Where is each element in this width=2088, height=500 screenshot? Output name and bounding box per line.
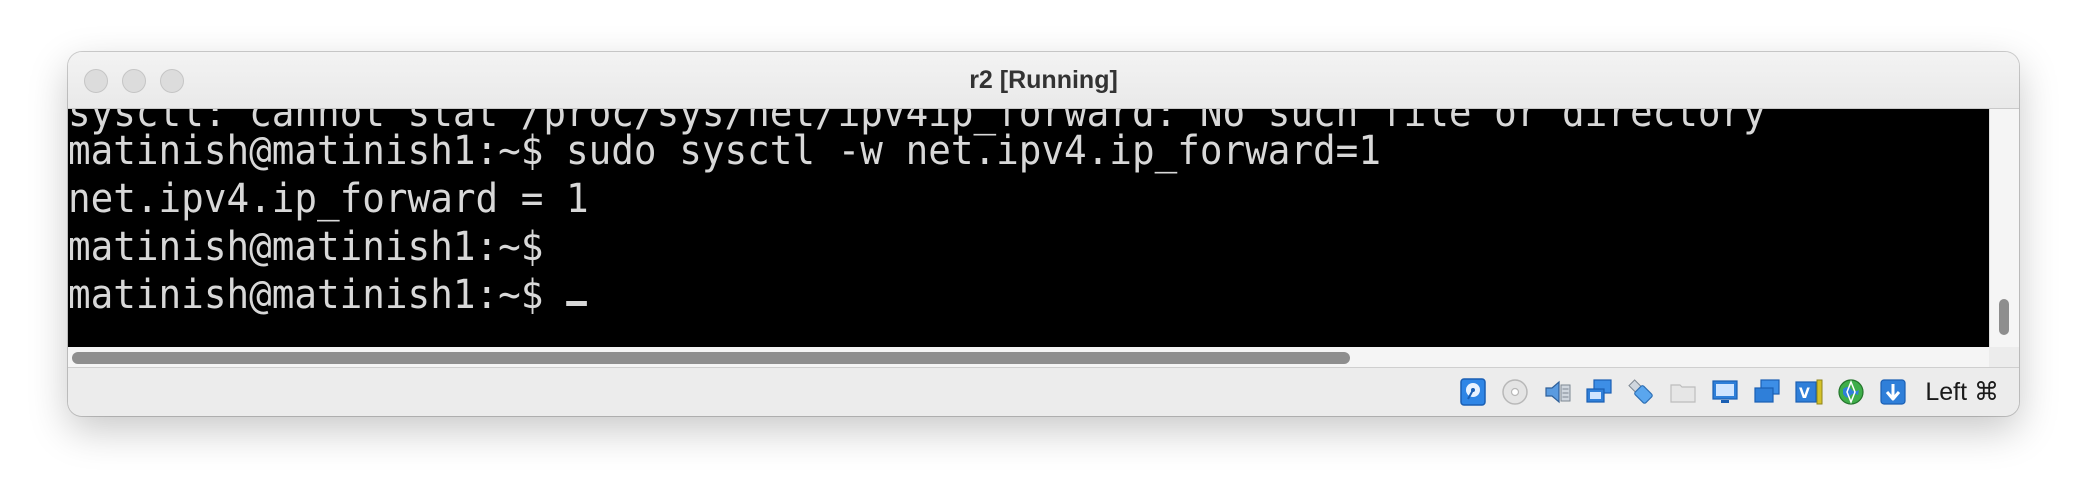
device-indicators: V Left ⌘ <box>1457 374 1999 410</box>
console-line: matinish@matinish1:~$ <box>68 224 544 270</box>
window-title: r2 [Running] <box>969 66 1118 94</box>
recording-icon[interactable]: V <box>1793 376 1825 408</box>
console-line: net.ipv4.ip_forward = 1 <box>68 176 589 222</box>
console-prompt-line[interactable]: matinish@matinish1:~$ <box>68 271 587 319</box>
console-line: matinish@matinish1:~$ sudo sysctl -w net… <box>68 128 1381 174</box>
guest-additions-icon[interactable] <box>1835 376 1867 408</box>
status-bar: V Left ⌘ <box>68 367 2019 416</box>
shared-folders-icon[interactable] <box>1667 376 1699 408</box>
vertical-scrollbar[interactable] <box>1989 109 2019 347</box>
vm-window: r2 [Running] sysctl: cannot stat /proc/s… <box>68 52 2019 416</box>
svg-text:V: V <box>1799 386 1810 402</box>
vertical-scroll-thumb[interactable] <box>1999 299 2009 335</box>
title-bar[interactable]: r2 [Running] <box>68 52 2019 109</box>
mouse-integration-icon[interactable] <box>1877 376 1909 408</box>
horizontal-scroll-thumb[interactable] <box>72 352 1350 364</box>
network-icon[interactable] <box>1583 376 1615 408</box>
console-prompt: matinish@matinish1:~$ <box>68 272 567 318</box>
vm-console[interactable]: sysctl: cannot stat /proc/sys/net/ipv4ip… <box>68 109 1989 347</box>
display-icon[interactable] <box>1709 376 1741 408</box>
horizontal-scrollbar[interactable] <box>68 347 1989 367</box>
audio-icon[interactable] <box>1541 376 1573 408</box>
optical-drive-icon[interactable] <box>1499 376 1531 408</box>
text-cursor <box>566 301 587 306</box>
hard-disk-icon[interactable] <box>1457 376 1489 408</box>
capture-icon[interactable] <box>1751 376 1783 408</box>
host-key-label: Left ⌘ <box>1925 378 1999 406</box>
usb-icon[interactable] <box>1625 376 1657 408</box>
